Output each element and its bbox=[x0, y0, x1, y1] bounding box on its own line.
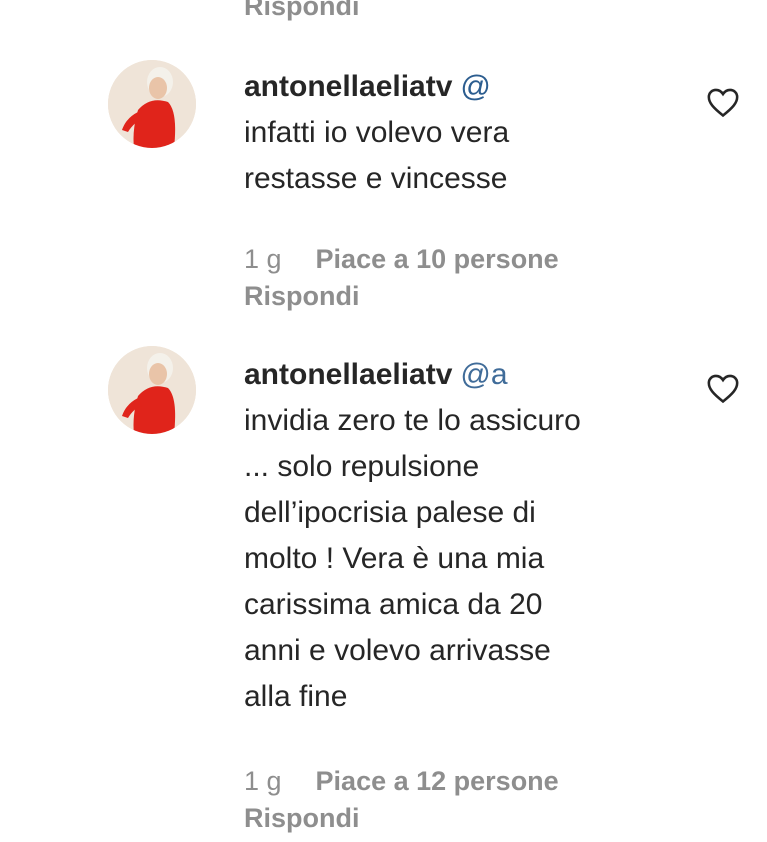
comment-likes[interactable]: Piace a 10 persone bbox=[316, 244, 559, 274]
comment-text-line: restasse e vincesse bbox=[244, 162, 508, 195]
comment-text-line: ... solo repulsione bbox=[244, 450, 480, 483]
comment-text-line: infatti io volevo vera bbox=[244, 116, 510, 149]
avatar[interactable] bbox=[108, 60, 196, 148]
comment-mention[interactable]: @a bbox=[460, 358, 507, 391]
comment-body: antonellaeliatv @a invidia zero te lo ass… bbox=[244, 352, 684, 720]
comment-text-line: alla fine bbox=[244, 680, 348, 713]
comment-time[interactable]: 1 g bbox=[244, 244, 282, 274]
comment-username[interactable]: antonellaeliatv bbox=[244, 70, 452, 103]
comment-text-line: invidia zero te lo assicuro bbox=[244, 404, 581, 437]
comment-text-line: carissima amica da 20 bbox=[244, 588, 543, 621]
comment-meta: 1 g Piace a 10 persone bbox=[244, 242, 559, 276]
comment-text-line: molto ! Vera è una mia bbox=[244, 542, 545, 575]
avatar-image bbox=[108, 346, 196, 434]
avatar-image bbox=[108, 60, 196, 148]
reply-button[interactable]: Rispondi bbox=[244, 0, 360, 21]
comment-text-line: dell’ipocrisia palese di bbox=[244, 496, 536, 529]
comment-meta: 1 g Piace a 12 persone bbox=[244, 764, 559, 798]
comment-text-line: anni e volevo arrivasse bbox=[244, 634, 551, 667]
avatar[interactable] bbox=[108, 346, 196, 434]
comment-time[interactable]: 1 g bbox=[244, 766, 282, 796]
comment-mention[interactable]: @ bbox=[460, 70, 490, 103]
comment-username[interactable]: antonellaeliatv bbox=[244, 358, 452, 391]
heart-icon[interactable] bbox=[706, 372, 740, 404]
reply-button[interactable]: Rispondi bbox=[244, 279, 360, 313]
reply-button[interactable]: Rispondi bbox=[244, 801, 360, 835]
comment-body: antonellaeliatv @ infatti io volevo vera … bbox=[244, 64, 684, 202]
heart-icon[interactable] bbox=[706, 86, 740, 118]
comment-likes[interactable]: Piace a 12 persone bbox=[316, 766, 559, 796]
